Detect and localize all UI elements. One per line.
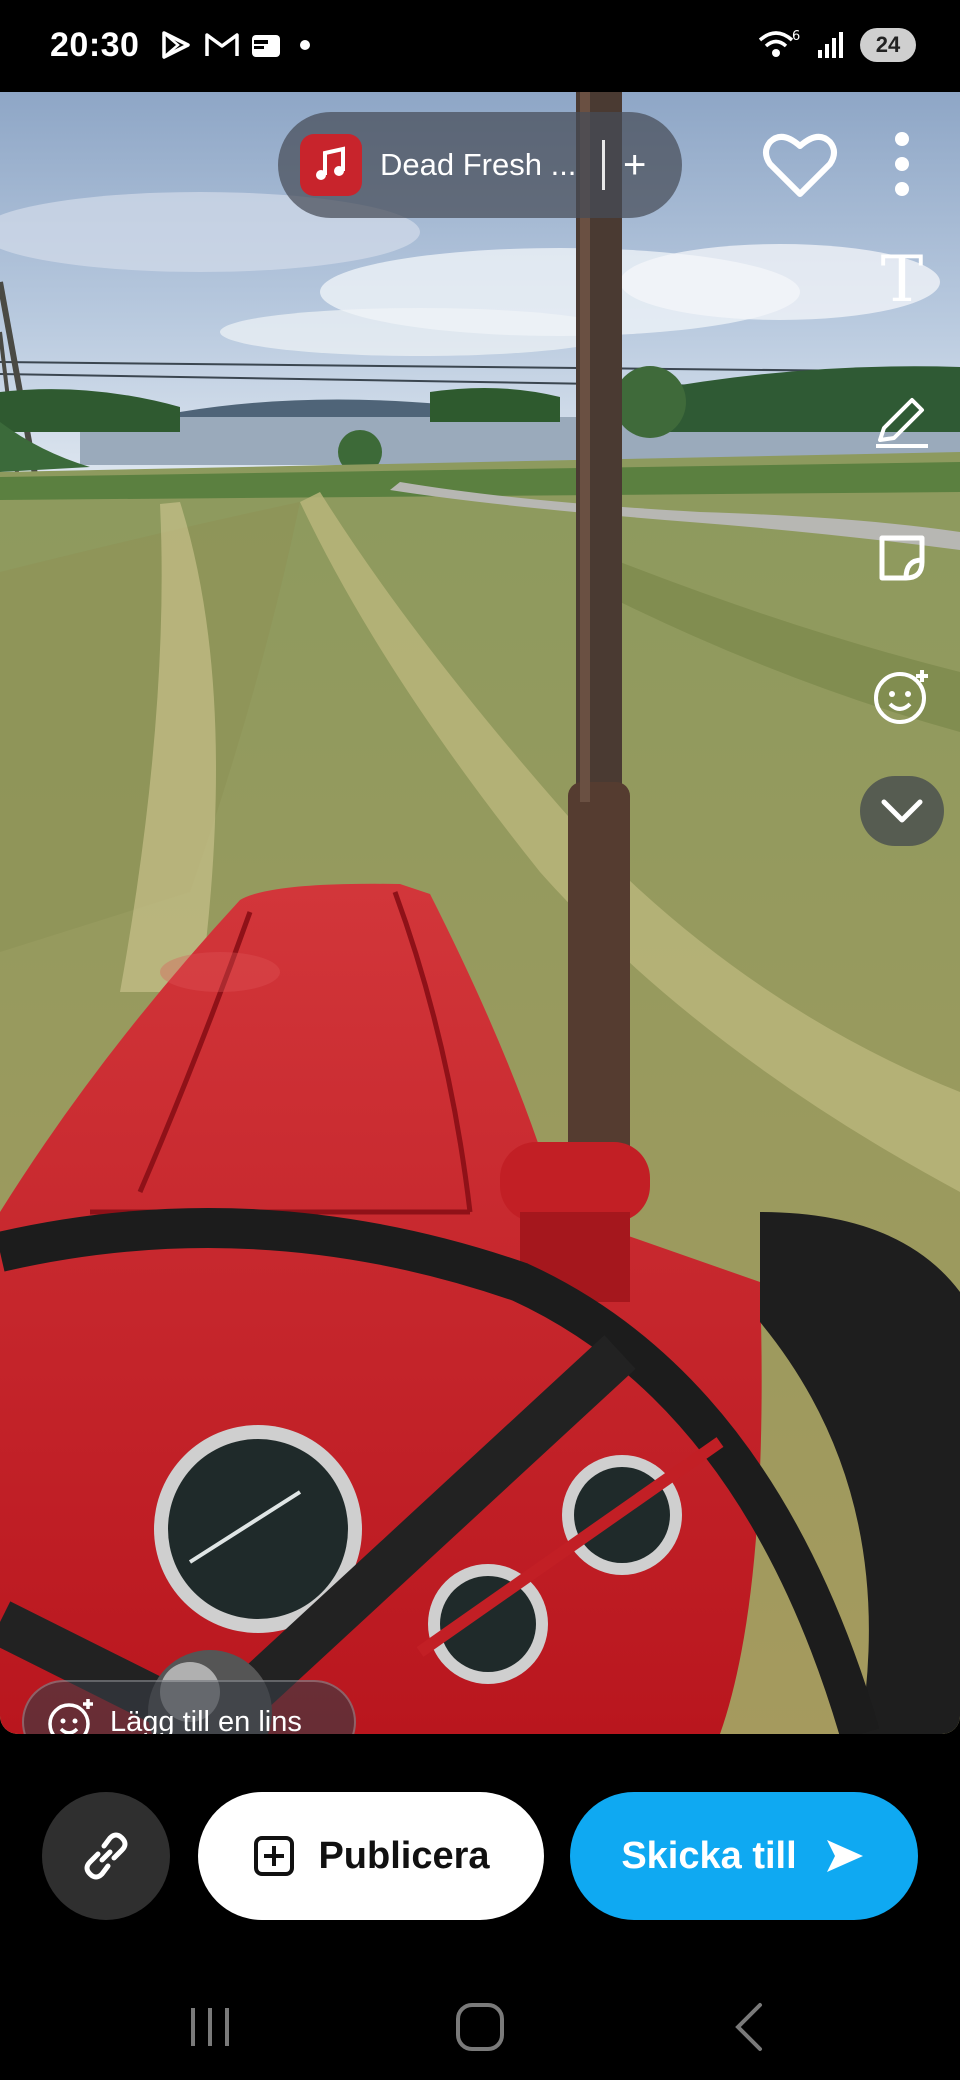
sound-title: Dead Fresh ... [380, 147, 577, 182]
snap-preview-photo[interactable] [0, 92, 960, 1734]
send-to-button[interactable]: Skicka till [570, 1792, 918, 1920]
dot-icon [300, 40, 310, 50]
wifi-badge: 6 [792, 29, 800, 44]
chevron-down-icon[interactable] [860, 776, 944, 846]
heart-icon[interactable] [758, 122, 842, 206]
music-note-icon [300, 134, 362, 196]
battery-level: 24 [860, 28, 916, 62]
add-sound-button[interactable]: + [623, 145, 646, 185]
back-icon[interactable] [700, 1994, 800, 2060]
publish-label: Publicera [318, 1834, 490, 1877]
text-tool-glyph: T [880, 243, 924, 317]
gmail-icon [205, 33, 239, 56]
action-bar: Publicera Skicka till [0, 1734, 960, 1974]
signal-icon [818, 32, 843, 58]
sound-divider [602, 140, 605, 190]
send-arrow-icon [826, 1840, 863, 1872]
system-icons: 6 24 [756, 28, 916, 62]
draw-icon[interactable] [860, 378, 944, 462]
status-time: 20:30 [50, 26, 140, 64]
wallet-icon [252, 35, 280, 57]
wifi-6-icon: 6 [758, 29, 800, 57]
more-icon[interactable] [860, 122, 944, 206]
publish-button[interactable]: Publicera [198, 1792, 544, 1920]
add-square-icon [254, 1836, 295, 1876]
sticker-icon[interactable] [860, 516, 944, 600]
lens-effects-icon[interactable] [860, 654, 944, 738]
link-icon [84, 1832, 128, 1880]
photo-scene [0, 92, 960, 1734]
text-icon[interactable]: T [860, 238, 944, 322]
send-to-label: Skicka till [621, 1834, 797, 1877]
home-icon[interactable] [430, 1994, 530, 2060]
play-store-icon [162, 31, 190, 59]
navigation-bar [0, 1974, 960, 2080]
notification-icons [160, 30, 318, 60]
recent-apps-icon[interactable] [160, 1994, 260, 2060]
attach-link-button[interactable] [42, 1792, 170, 1920]
sound-selector[interactable]: Dead Fresh ... + [278, 112, 682, 218]
status-bar: 20:30 6 24 [0, 0, 960, 92]
